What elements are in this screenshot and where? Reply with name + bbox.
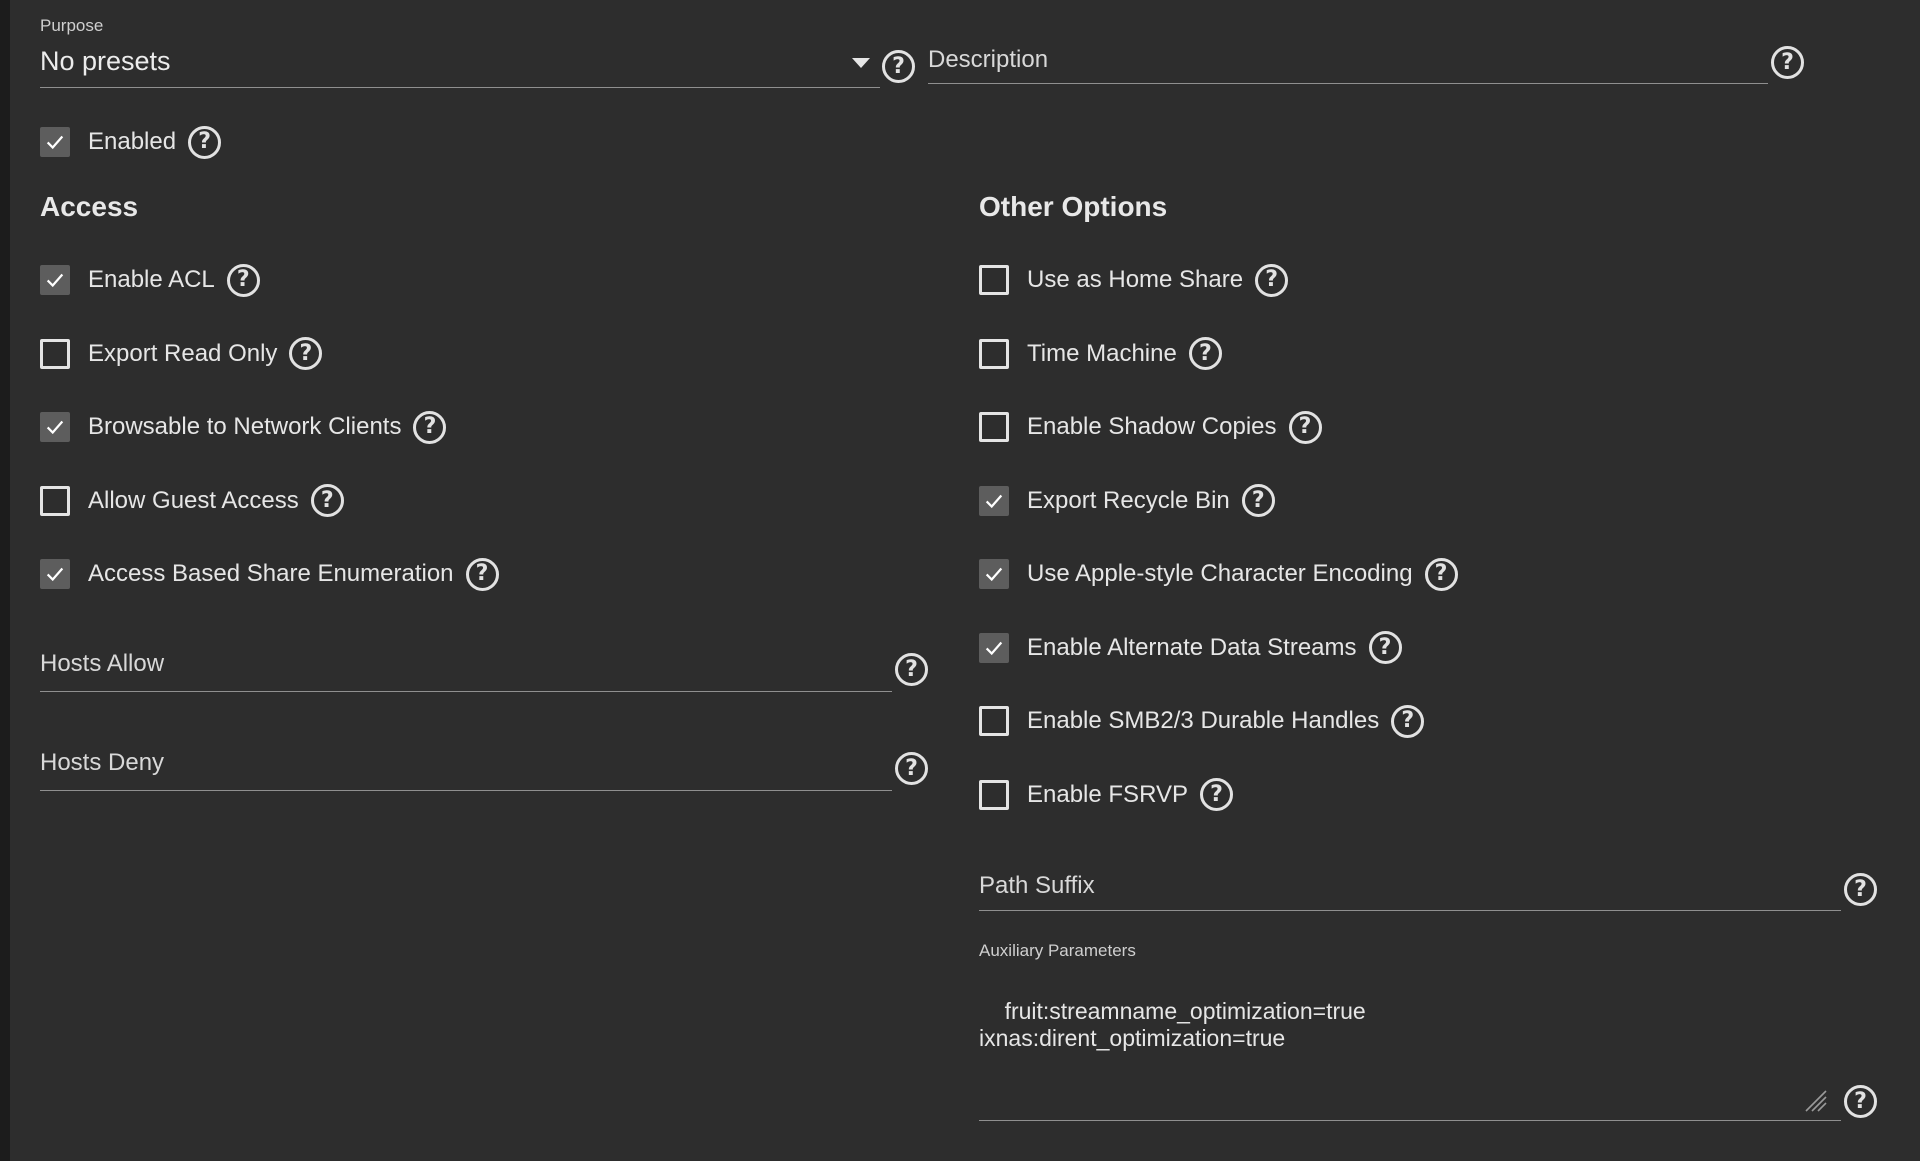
export-recycle-bin-help-icon[interactable]: ? xyxy=(1241,484,1275,517)
resize-handle-icon[interactable] xyxy=(1802,1087,1828,1113)
purpose-underline xyxy=(40,87,880,88)
option-row-allow-guest-access: Allow Guest Access? xyxy=(40,481,344,521)
other-options-section-title: Other Options xyxy=(979,191,1168,222)
export-read-only-checkbox[interactable] xyxy=(40,338,70,369)
path-suffix-placeholder: Path Suffix xyxy=(979,872,1095,899)
use-as-home-share-checkbox[interactable] xyxy=(979,265,1009,295)
hosts-deny-underline xyxy=(40,790,892,791)
description-help-icon[interactable]: ? xyxy=(1771,46,1804,79)
hosts-deny-help-icon[interactable]: ? xyxy=(895,752,928,785)
access-section-title: Access xyxy=(40,191,139,222)
purpose-help-icon[interactable]: ? xyxy=(882,50,915,83)
check-icon xyxy=(46,273,64,288)
allow-guest-access-label: Allow Guest Access xyxy=(88,486,299,514)
purpose-label: Purpose xyxy=(40,16,104,35)
option-row-enable-acl: Enable ACL? xyxy=(40,260,260,300)
enable-smb2-3-durable-handles-checkbox[interactable] xyxy=(979,706,1009,736)
option-row-enable-smb2-3-durable-handles: Enable SMB2/3 Durable Handles? xyxy=(979,701,1425,741)
use-apple-style-character-encoding-label: Use Apple-style Character Encoding xyxy=(1027,560,1413,587)
hosts-deny-placeholder: Hosts Deny xyxy=(40,749,165,776)
enable-alternate-data-streams-label: Enable Alternate Data Streams xyxy=(1027,633,1357,661)
check-icon xyxy=(985,494,1003,508)
enable-fsrvp-checkbox[interactable] xyxy=(979,779,1009,810)
hosts-allow-placeholder: Hosts Allow xyxy=(40,650,165,677)
browsable-to-network-clients-help-icon[interactable]: ? xyxy=(413,410,447,444)
aux-params-label: Auxiliary Parameters xyxy=(979,941,1136,960)
enable-alternate-data-streams-help-icon[interactable]: ? xyxy=(1368,631,1402,664)
purpose-value: No presets xyxy=(40,46,171,76)
hosts-allow-input[interactable]: Hosts Allow xyxy=(40,650,892,686)
check-icon xyxy=(46,567,64,582)
aux-params-help-icon[interactable]: ? xyxy=(1844,1085,1877,1118)
check-icon xyxy=(985,567,1003,582)
export-recycle-bin-label: Export Recycle Bin xyxy=(1027,486,1230,514)
path-suffix-underline xyxy=(979,910,1841,911)
use-apple-style-character-encoding-help-icon[interactable]: ? xyxy=(1424,557,1458,591)
enable-acl-label: Enable ACL xyxy=(88,266,215,293)
option-row-enable-fsrvp: Enable FSRVP? xyxy=(979,775,1233,815)
enable-smb2-3-durable-handles-help-icon[interactable]: ? xyxy=(1391,704,1425,738)
allow-guest-access-checkbox[interactable] xyxy=(40,485,70,516)
hosts-allow-underline xyxy=(40,691,892,692)
aux-params-textarea[interactable]: fruit:streamname_optimization=true ixnas… xyxy=(979,971,1841,1117)
option-row-use-apple-style-character-encoding: Use Apple-style Character Encoding? xyxy=(979,554,1458,594)
hosts-allow-help-icon[interactable]: ? xyxy=(895,653,928,686)
enabled-row: Enabled ? xyxy=(40,122,222,162)
caret-down-icon[interactable] xyxy=(852,58,870,68)
export-read-only-help-icon[interactable]: ? xyxy=(289,337,323,370)
check-icon xyxy=(985,641,1003,655)
enabled-checkbox[interactable] xyxy=(40,127,70,157)
enabled-help-icon[interactable]: ? xyxy=(188,125,222,159)
option-row-export-read-only: Export Read Only? xyxy=(40,334,323,374)
aux-params-value: fruit:streamname_optimization=true ixnas… xyxy=(979,998,1366,1051)
use-as-home-share-label: Use as Home Share xyxy=(1027,266,1244,293)
option-row-enable-shadow-copies: Enable Shadow Copies? xyxy=(979,407,1322,447)
option-row-enable-alternate-data-streams: Enable Alternate Data Streams? xyxy=(979,628,1402,668)
use-as-home-share-help-icon[interactable]: ? xyxy=(1255,263,1289,297)
time-machine-label: Time Machine xyxy=(1027,339,1177,367)
purpose-select[interactable]: No presets xyxy=(40,46,880,86)
enable-shadow-copies-checkbox[interactable] xyxy=(979,412,1009,442)
aux-params-underline xyxy=(979,1120,1841,1121)
browsable-to-network-clients-checkbox[interactable] xyxy=(40,412,70,442)
enable-shadow-copies-help-icon[interactable]: ? xyxy=(1288,410,1322,444)
allow-guest-access-help-icon[interactable]: ? xyxy=(310,484,344,517)
check-icon xyxy=(46,135,64,150)
enable-acl-checkbox[interactable] xyxy=(40,265,70,295)
use-apple-style-character-encoding-checkbox[interactable] xyxy=(979,559,1009,589)
option-row-use-as-home-share: Use as Home Share? xyxy=(979,260,1289,300)
time-machine-help-icon[interactable]: ? xyxy=(1188,337,1222,370)
time-machine-checkbox[interactable] xyxy=(979,338,1009,369)
enabled-label: Enabled xyxy=(88,128,177,155)
description-input[interactable]: Description xyxy=(928,46,1768,82)
export-read-only-label: Export Read Only xyxy=(88,339,278,367)
access-based-share-enumeration-help-icon[interactable]: ? xyxy=(465,557,499,591)
path-suffix-input[interactable]: Path Suffix xyxy=(979,872,1841,908)
hosts-deny-input[interactable]: Hosts Deny xyxy=(40,749,892,785)
option-row-export-recycle-bin: Export Recycle Bin? xyxy=(979,481,1275,521)
enable-acl-help-icon[interactable]: ? xyxy=(226,263,260,297)
enable-fsrvp-help-icon[interactable]: ? xyxy=(1199,778,1233,811)
option-row-browsable-to-network-clients: Browsable to Network Clients? xyxy=(40,407,447,447)
browsable-to-network-clients-label: Browsable to Network Clients xyxy=(88,413,402,440)
enable-alternate-data-streams-checkbox[interactable] xyxy=(979,632,1009,663)
enable-fsrvp-label: Enable FSRVP xyxy=(1027,780,1188,808)
enable-shadow-copies-label: Enable Shadow Copies xyxy=(1027,413,1277,440)
path-suffix-help-icon[interactable]: ? xyxy=(1844,873,1877,906)
description-placeholder: Description xyxy=(928,46,1049,73)
option-row-time-machine: Time Machine? xyxy=(979,334,1222,374)
smb-share-form: Purpose No presets ? Description ? Enabl… xyxy=(10,0,1920,1161)
access-based-share-enumeration-label: Access Based Share Enumeration xyxy=(88,560,454,587)
export-recycle-bin-checkbox[interactable] xyxy=(979,485,1009,516)
enable-smb2-3-durable-handles-label: Enable SMB2/3 Durable Handles xyxy=(1027,707,1380,734)
description-underline xyxy=(928,83,1768,84)
access-based-share-enumeration-checkbox[interactable] xyxy=(40,559,70,589)
option-row-access-based-share-enumeration: Access Based Share Enumeration? xyxy=(40,554,499,594)
check-icon xyxy=(46,420,64,435)
